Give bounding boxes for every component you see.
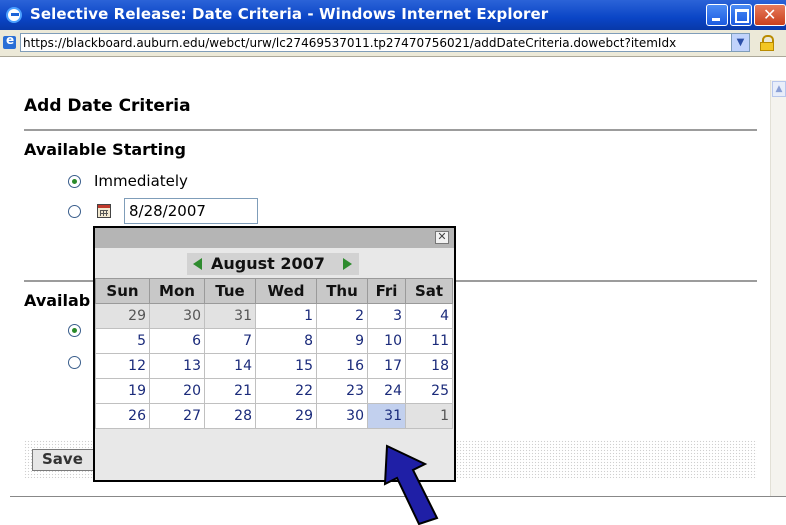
day-cell[interactable]: 30: [149, 303, 205, 329]
end-option-radio-2[interactable]: [68, 356, 81, 369]
day-cell[interactable]: 31: [204, 303, 256, 329]
dropdown-arrow-icon[interactable]: ▼: [731, 34, 749, 51]
day-cell[interactable]: 15: [255, 353, 317, 379]
day-cell[interactable]: 19: [95, 378, 150, 404]
day-cell[interactable]: 23: [316, 378, 368, 404]
calendar-grid: Sun Mon Tue Wed Thu Fri Sat 29 30 31 1 2…: [95, 278, 453, 429]
month-label: August 2007: [211, 254, 325, 273]
weekday-label: Sat: [405, 278, 453, 304]
day-cell[interactable]: 26: [95, 403, 150, 429]
calendar-month-header: August 2007: [187, 253, 359, 275]
lock-icon[interactable]: [760, 35, 774, 51]
day-cell[interactable]: 1: [405, 403, 453, 429]
week-row: 19 20 21 22 23 24 25: [95, 378, 453, 404]
day-cell[interactable]: 12: [95, 353, 150, 379]
available-ending-heading: Availab: [24, 291, 91, 310]
day-cell[interactable]: 17: [367, 353, 406, 379]
window-titlebar: Selective Release: Date Criteria - Windo…: [0, 0, 786, 30]
window-title: Selective Release: Date Criteria - Windo…: [30, 5, 549, 23]
day-cell[interactable]: 22: [255, 378, 317, 404]
weekday-header-row: Sun Mon Tue Wed Thu Fri Sat: [95, 278, 453, 304]
day-cell[interactable]: 30: [316, 403, 368, 429]
end-option-radio-1[interactable]: [68, 324, 81, 337]
day-cell[interactable]: 27: [149, 403, 205, 429]
next-month-icon[interactable]: [343, 258, 352, 270]
day-cell[interactable]: 25: [405, 378, 453, 404]
day-cell[interactable]: 14: [204, 353, 256, 379]
page-heading: Add Date Criteria: [24, 96, 191, 116]
save-button[interactable]: Save: [32, 449, 96, 471]
day-cell[interactable]: 5: [95, 328, 150, 354]
weekday-label: Tue: [204, 278, 256, 304]
ie-page-icon: [3, 33, 16, 49]
day-cell[interactable]: 10: [367, 328, 406, 354]
selected-day-cell[interactable]: 31: [367, 403, 406, 429]
day-cell[interactable]: 13: [149, 353, 205, 379]
day-cell[interactable]: 3: [367, 303, 406, 329]
day-cell[interactable]: 18: [405, 353, 453, 379]
day-cell[interactable]: 29: [255, 403, 317, 429]
immediately-label: Immediately: [94, 172, 188, 190]
week-row: 5 6 7 8 9 10 11: [95, 328, 453, 354]
scroll-up-icon[interactable]: ▲: [772, 81, 786, 97]
day-cell[interactable]: 9: [316, 328, 368, 354]
day-cell[interactable]: 4: [405, 303, 453, 329]
week-row: 12 13 14 15 16 17 18: [95, 353, 453, 379]
day-cell[interactable]: 7: [204, 328, 256, 354]
address-bar: https://blackboard.auburn.edu/webct/urw/…: [0, 30, 786, 57]
weekday-label: Sun: [95, 278, 150, 304]
day-cell[interactable]: 24: [367, 378, 406, 404]
calendar-close-icon[interactable]: ✕: [435, 231, 449, 244]
close-window-button[interactable]: [754, 4, 786, 26]
divider: [24, 129, 757, 131]
available-starting-heading: Available Starting: [24, 140, 186, 159]
specific-date-radio[interactable]: [68, 205, 81, 218]
weekday-label: Wed: [255, 278, 317, 304]
ie-app-icon: [6, 7, 22, 23]
week-row: 29 30 31 1 2 3 4: [95, 303, 453, 329]
url-text: https://blackboard.auburn.edu/webct/urw/…: [23, 36, 677, 50]
url-field[interactable]: https://blackboard.auburn.edu/webct/urw/…: [20, 33, 750, 52]
minimize-button[interactable]: [706, 4, 728, 26]
maximize-button[interactable]: [730, 4, 752, 26]
week-row: 26 27 28 29 30 31 1: [95, 403, 453, 429]
day-cell[interactable]: 2: [316, 303, 368, 329]
day-cell[interactable]: 21: [204, 378, 256, 404]
start-date-field[interactable]: 8/28/2007: [124, 198, 258, 224]
day-cell[interactable]: 16: [316, 353, 368, 379]
calendar-titlebar: ✕: [95, 228, 454, 248]
day-cell[interactable]: 8: [255, 328, 317, 354]
day-cell[interactable]: 11: [405, 328, 453, 354]
day-cell[interactable]: 20: [149, 378, 205, 404]
calendar-icon[interactable]: [97, 204, 111, 218]
weekday-label: Thu: [316, 278, 368, 304]
day-cell[interactable]: 29: [95, 303, 150, 329]
day-cell[interactable]: 6: [149, 328, 205, 354]
annotation-arrow-icon: [383, 444, 439, 525]
immediately-radio[interactable]: [68, 175, 81, 188]
weekday-label: Fri: [367, 278, 406, 304]
day-cell[interactable]: 1: [255, 303, 317, 329]
prev-month-icon[interactable]: [193, 258, 202, 270]
day-cell[interactable]: 28: [204, 403, 256, 429]
weekday-label: Mon: [149, 278, 205, 304]
vertical-scrollbar[interactable]: ▲: [770, 80, 786, 496]
